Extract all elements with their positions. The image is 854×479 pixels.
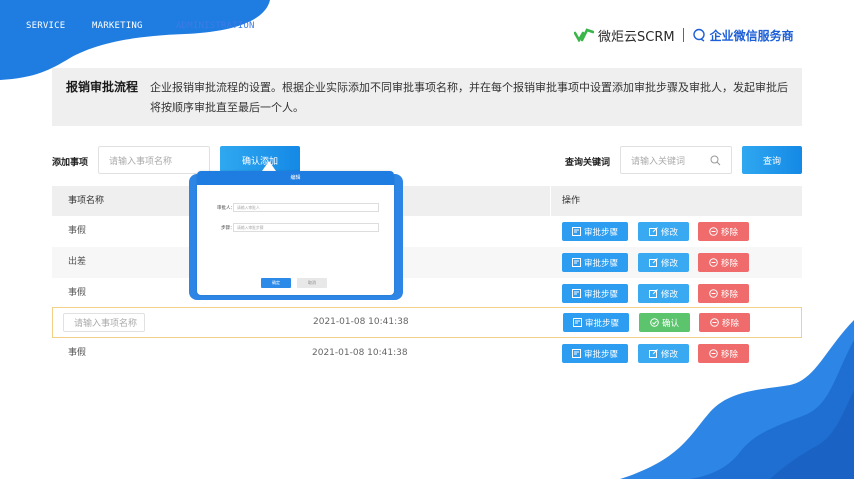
- approval-steps-button[interactable]: 审批步骤: [562, 344, 628, 363]
- brand-tagline: 企业微信服务商: [709, 28, 794, 43]
- nav-marketing[interactable]: MARKETING: [92, 21, 162, 31]
- brand: 微炬云SCRM 企业微信服务商: [574, 24, 794, 46]
- approval-steps-button[interactable]: 审批步骤: [562, 253, 628, 272]
- row-item-name: 出差: [68, 257, 87, 267]
- row-item-name: 事假: [68, 226, 87, 236]
- search-button[interactable]: 查询: [742, 146, 802, 174]
- brand-divider: [682, 28, 684, 42]
- intro-description: 企业报销审批流程的设置。根据企业实际添加不同审批事项名称，并在每个报销审批事项中…: [150, 81, 788, 114]
- header-actions: 操作: [562, 196, 581, 206]
- brand-logo-icon: [574, 28, 594, 42]
- modal-cancel-button[interactable]: 取消: [297, 278, 327, 288]
- search-icon[interactable]: [710, 155, 721, 166]
- edit-item-name-input[interactable]: 请输入事项名称: [63, 313, 145, 332]
- header-divider: [550, 186, 551, 216]
- intro-panel: 报销审批流程 企业报销审批流程的设置。根据企业实际添加不同审批事项名称，并在每个…: [52, 68, 802, 126]
- edit-button[interactable]: 修改: [638, 253, 689, 272]
- intro-title: 报销审批流程: [66, 80, 139, 94]
- table-row: 事假 审批步骤 修改 移除: [52, 216, 802, 247]
- approval-steps-label: 审批步骤: [583, 227, 618, 238]
- row-item-name: 事假: [68, 288, 87, 298]
- search-input[interactable]: 请输入关键词: [620, 146, 732, 174]
- add-item-label: 添加事项: [52, 158, 89, 168]
- steps-icon: [571, 349, 581, 358]
- modal-confirm-button[interactable]: 确定: [261, 278, 291, 288]
- modal-approver-input[interactable]: 请输入审批人: [233, 203, 379, 212]
- header-item-name: 事项名称: [68, 196, 105, 206]
- add-item-input[interactable]: 请输入事项名称: [98, 146, 210, 174]
- row-created-time: 2021-01-08 10:41:38: [313, 317, 409, 327]
- row-item-name: 事假: [68, 348, 87, 358]
- remove-label: 移除: [720, 289, 738, 300]
- edit-label: 修改: [660, 258, 678, 269]
- nav-administration[interactable]: ADMINISTRATION: [176, 21, 296, 31]
- edit-label: 修改: [660, 227, 678, 238]
- approval-steps-button[interactable]: 审批步骤: [562, 284, 628, 303]
- steps-icon: [571, 258, 581, 267]
- remove-icon: [709, 227, 718, 236]
- remove-label: 移除: [720, 258, 738, 269]
- edit-modal: 编辑 审批人： 请输入审批人 步骤： 请输入审批步骤 确定 取消: [197, 171, 394, 295]
- search-keyword-label: 查询关键词: [565, 158, 611, 168]
- edit-icon: [648, 289, 658, 298]
- edit-button[interactable]: 修改: [638, 284, 689, 303]
- remove-button[interactable]: 移除: [698, 284, 749, 303]
- edit-button[interactable]: 修改: [638, 222, 689, 241]
- footer-wave-decoration: [620, 320, 854, 479]
- modal-step-input[interactable]: 请输入审批步骤: [233, 223, 379, 232]
- modal-title: 编辑: [197, 171, 394, 185]
- steps-icon: [572, 318, 582, 327]
- steps-icon: [571, 227, 581, 236]
- row-created-time: 2021-01-08 10:41:38: [312, 348, 408, 358]
- approval-steps-button[interactable]: 审批步骤: [562, 222, 628, 241]
- approval-steps-label: 审批步骤: [583, 289, 618, 300]
- edit-icon: [648, 227, 658, 236]
- search-placeholder: 请输入关键词: [631, 156, 686, 167]
- edit-label: 修改: [660, 289, 678, 300]
- approval-steps-label: 审批步骤: [583, 349, 618, 360]
- steps-icon: [571, 289, 581, 298]
- remove-button[interactable]: 移除: [698, 253, 749, 272]
- pointer-caret-icon: [262, 161, 276, 171]
- remove-icon: [709, 258, 718, 267]
- brand-name: 微炬云SCRM: [598, 29, 675, 45]
- confirm-add-button[interactable]: 确认添加: [220, 146, 300, 174]
- remove-button[interactable]: 移除: [698, 222, 749, 241]
- edit-icon: [648, 258, 658, 267]
- table-row: 出差 审批步骤 修改 移除: [52, 247, 802, 278]
- remove-label: 移除: [720, 227, 738, 238]
- remove-icon: [709, 289, 718, 298]
- approval-steps-label: 审批步骤: [583, 258, 618, 269]
- approval-steps-label: 审批步骤: [584, 318, 619, 329]
- nav-service[interactable]: SERVICE: [26, 21, 86, 31]
- table-row: 事假 审批步骤 修改 移除: [52, 278, 802, 309]
- chat-bubble-icon: [692, 28, 705, 42]
- table-header: 事项名称 操作: [52, 186, 802, 216]
